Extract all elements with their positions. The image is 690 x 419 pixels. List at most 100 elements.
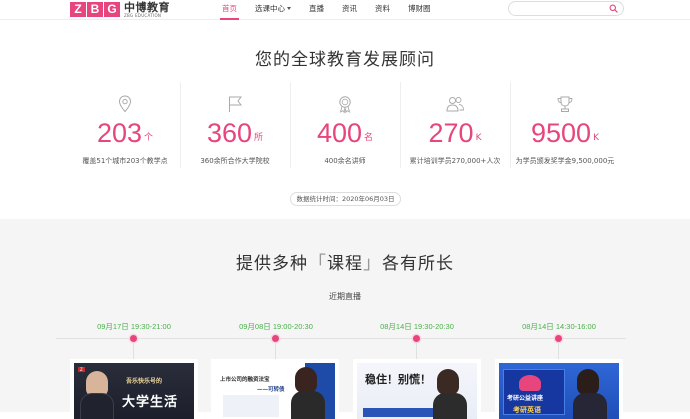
stat-description: 为学员颁发奖学金9,500,000元 <box>515 157 615 165</box>
date-value: 2020年06月03日 <box>341 195 395 203</box>
title-post: 各有所长 <box>382 254 454 274</box>
nav-item-home[interactable]: 首页 <box>220 0 239 20</box>
thumb-title: 稳住！别慌！ <box>365 373 431 386</box>
stat-number: 9500 K <box>510 118 620 153</box>
stat-unit: 所 <box>254 133 264 143</box>
timeline-dot <box>413 335 420 342</box>
presenter-body <box>433 393 467 419</box>
thumb-info-block <box>223 395 279 417</box>
recent-live-label: 近期直播 <box>329 292 361 301</box>
timeline-dot <box>272 335 279 342</box>
flag-icon <box>229 96 242 112</box>
nav-item-course-center[interactable]: 选课中心 <box>255 0 291 20</box>
live-card[interactable]: 稳住！别慌！ <box>353 359 481 419</box>
nav-item-news[interactable]: 资讯 <box>342 0 357 20</box>
logo-letter: Z <box>70 2 86 17</box>
award-medal-icon <box>339 96 351 114</box>
live-time: 09月08日 19:00-20:30 <box>239 322 313 331</box>
stat-value: 270 <box>428 118 474 148</box>
thumb-subtitle: 吾乐快乐号的 <box>126 378 163 385</box>
live-card[interactable]: 上市公司的融资法宝 ——可转债 <box>211 359 339 419</box>
presenter-body <box>80 393 114 419</box>
stat-teaching-points: 203 个 覆盖51个城市203个教学点 <box>70 78 180 178</box>
thumb-brand-tag: Z <box>78 367 85 372</box>
timeline-dot <box>130 335 137 342</box>
stat-description: 400余名讲师 <box>324 157 366 165</box>
live-time: 09月17日 19:30-21:00 <box>97 322 171 331</box>
logo-letter: G <box>104 2 120 17</box>
top-nav: Z B G 中博教育 ZBG EDUCATION 首页 选课中心 直播 资讯 资… <box>0 0 690 22</box>
timeline-stem <box>133 342 134 359</box>
bracket-close: 」 <box>363 253 382 274</box>
search-icon[interactable] <box>609 4 618 13</box>
trophy-icon <box>557 96 573 112</box>
live-card[interactable]: 考研公益讲座 考研英语 <box>495 359 623 419</box>
live-thumbnail: 稳住！别慌！ <box>357 363 477 419</box>
timeline-dot <box>555 335 562 342</box>
stat-number: 270 K <box>400 118 510 153</box>
nav-menu: 首页 选课中心 直播 资讯 资料 博财圈 <box>220 0 449 20</box>
stat-trainees: 270 K 累计培训学员270,000+人次 <box>400 78 510 178</box>
stats-section: 您的全球教育发展顾问 203 个 覆盖51个城市203个教学点 360 所 360余… <box>0 21 690 219</box>
location-pin-icon <box>118 95 132 113</box>
users-icon <box>446 97 464 112</box>
title-key: 课程 <box>327 254 363 274</box>
stat-unit: 名 <box>364 133 374 143</box>
thumb-subtitle: ——可转债 <box>257 387 285 393</box>
stat-value: 360 <box>206 118 253 148</box>
presenter-body <box>573 393 607 419</box>
live-thumbnail: Z 吾乐快乐号的 大学生活 <box>74 363 194 419</box>
graduation-cap-icon <box>519 375 541 391</box>
stat-value: 9500 <box>531 118 592 148</box>
stats-title: 您的全球教育发展顾问 <box>255 50 435 70</box>
nav-item-label: 选课中心 <box>255 4 285 13</box>
stat-value: 400 <box>316 118 363 148</box>
live-time: 08月14日 19:30-20:30 <box>380 322 454 331</box>
stat-description: 360余所合作大学院校 <box>200 157 270 165</box>
logo-cn: 中博教育 <box>124 0 170 14</box>
live-card[interactable]: Z 吾乐快乐号的 大学生活 <box>70 359 198 419</box>
presenter-body <box>291 391 325 419</box>
presenter-head <box>577 369 599 395</box>
thumb-title: 上市公司的融资法宝 <box>220 377 270 383</box>
thumb-subtitle: 考研英语 <box>513 406 541 414</box>
timeline-stem <box>416 342 417 359</box>
stats-row: 203 个 覆盖51个城市203个教学点 360 所 360余所合作大学院校 400… <box>70 78 620 178</box>
courses-title: 提供多种「课程」各有所长 <box>0 249 690 275</box>
live-thumbnail: 上市公司的融资法宝 ——可转债 <box>215 363 335 419</box>
title-pre: 提供多种 <box>236 254 308 274</box>
logo-mark: Z B G <box>70 2 120 17</box>
timeline-line <box>56 338 626 339</box>
caret-down-icon <box>287 7 291 10</box>
thumb-title: 大学生活 <box>122 395 179 410</box>
stat-number: 360 所 <box>180 118 290 153</box>
stat-unit: 个 <box>144 133 154 143</box>
stats-date-pill: 数据统计时间：2020年06月03日 <box>290 192 401 206</box>
search-box <box>508 1 624 22</box>
stat-lecturers: 400 名 400余名讲师 <box>290 78 400 178</box>
timeline-stem <box>558 342 559 359</box>
stat-scholarships: 9500 K 为学员颁发奖学金9,500,000元 <box>510 78 620 178</box>
stat-value: 203 <box>96 118 143 148</box>
stat-partner-universities: 360 所 360余所合作大学院校 <box>180 78 290 178</box>
logo-wordmark: 中博教育 ZBG EDUCATION <box>124 2 170 18</box>
live-time: 08月14日 14:30-16:00 <box>522 322 596 331</box>
logo-en: ZBG EDUCATION <box>124 12 162 18</box>
zbg-logo[interactable]: Z B G 中博教育 ZBG EDUCATION <box>70 1 170 18</box>
nav-item-live[interactable]: 直播 <box>309 0 324 20</box>
bracket-open: 「 <box>308 253 327 274</box>
stat-number: 203 个 <box>70 118 180 153</box>
date-label: 数据统计时间： <box>296 195 342 203</box>
presenter-head <box>437 369 459 395</box>
logo-letter: B <box>87 2 103 17</box>
live-thumbnail: 考研公益讲座 考研英语 <box>499 363 619 419</box>
thumb-title: 考研公益讲座 <box>507 395 544 402</box>
stat-description: 覆盖51个城市203个教学点 <box>82 157 168 165</box>
presenter-head <box>295 367 317 393</box>
nav-item-bocai-circle[interactable]: 博财圈 <box>408 0 431 20</box>
timeline-stem <box>275 342 276 359</box>
stat-description: 累计培训学员270,000+人次 <box>409 157 501 165</box>
nav-item-materials[interactable]: 资料 <box>375 0 390 20</box>
search-input[interactable] <box>509 8 605 22</box>
stat-unit: K <box>593 133 599 143</box>
